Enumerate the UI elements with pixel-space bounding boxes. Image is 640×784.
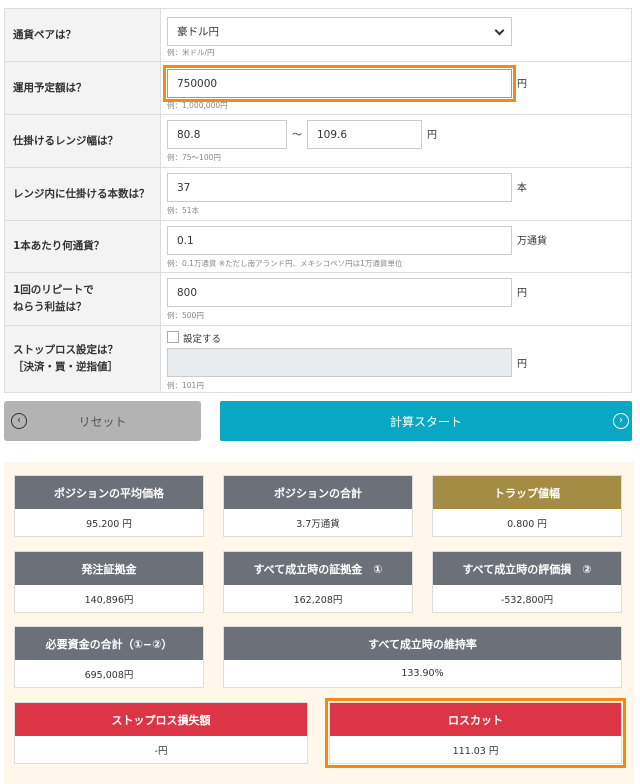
range-to-input[interactable]: 109.6	[307, 120, 422, 149]
profit-unit: 円	[517, 288, 527, 299]
lot-unit: 万通貨	[517, 236, 547, 247]
result-maintenance-rate: すべて成立時の維持率 133.90%	[223, 626, 622, 688]
range-label: 仕掛けるレンジ幅は？	[4, 115, 161, 167]
chevron-down-icon	[494, 25, 505, 36]
range-row: 仕掛けるレンジ幅は？ 80.8 〜 109.6 円 例：75〜100円	[4, 115, 632, 168]
profit-label-line2: ねらう利益は？	[13, 301, 87, 313]
results-panel: ポジションの平均価格 95.200 円 ポジションの合計 3.7万通貨 トラップ…	[4, 462, 634, 784]
pair-label: 通貨ペアは？	[4, 9, 161, 61]
result-required-funds: 必要資金の合計（①−②） 695,008円	[14, 626, 204, 688]
calculator-form: 通貨ペアは？ 豪ドル円 例：米ドル/円 運用予定額は？ 750000 円 例：1…	[4, 8, 632, 393]
stoploss-loss-value: -円	[154, 745, 168, 757]
range-unit: 円	[427, 130, 437, 141]
result-all-loss: すべて成立時の評価損 ② -532,800円	[432, 551, 622, 613]
budget-hint: 例：1,000,000円	[167, 101, 228, 110]
maintenance-rate-value: 133.90%	[401, 668, 444, 679]
calc-start-button[interactable]: 計算スタート ›	[220, 401, 632, 441]
pair-hint: 例：米ドル/円	[167, 48, 215, 57]
all-loss-value: -532,800円	[500, 594, 554, 606]
all-margin-title: すべて成立時の証拠金 ①	[224, 552, 412, 585]
reset-button[interactable]: ‹ リセット	[4, 401, 201, 441]
stoploss-row: ストップロス設定は？ ［決済・買・逆指値］ 設定する 円 例：101円	[4, 326, 632, 393]
stoploss-unit: 円	[517, 359, 527, 370]
count-input[interactable]: 37	[167, 173, 512, 202]
trap-width-value: 0.800 円	[507, 518, 547, 530]
profit-label: 1回のリピートで ねらう利益は？	[4, 273, 161, 325]
required-funds-title: 必要資金の合計（①−②）	[15, 627, 203, 660]
stoploss-checkbox[interactable]	[167, 331, 179, 343]
chevron-left-circle-icon: ‹	[11, 413, 27, 429]
maintenance-rate-title: すべて成立時の維持率	[224, 627, 621, 660]
reset-button-label: リセット	[78, 414, 127, 429]
losscut-value: 111.03 円	[452, 745, 499, 757]
result-total-position: ポジションの合計 3.7万通貨	[223, 475, 413, 537]
lot-label: 1本あたり何通貨？	[4, 221, 161, 272]
result-trap-width: トラップ値幅 0.800 円	[432, 475, 622, 537]
stoploss-label: ストップロス設定は？ ［決済・買・逆指値］	[4, 326, 161, 392]
result-margin: 発注証拠金 140,896円	[14, 551, 204, 613]
losscut-title: ロスカット	[330, 703, 621, 736]
avg-price-title: ポジションの平均価格	[15, 476, 203, 509]
margin-value: 140,896円	[84, 594, 134, 606]
stoploss-input[interactable]	[167, 348, 512, 377]
range-from-input[interactable]: 80.8	[167, 120, 287, 149]
range-separator: 〜	[292, 130, 302, 141]
total-position-title: ポジションの合計	[224, 476, 412, 509]
profit-label-line1: 1回のリピートで	[13, 284, 94, 296]
budget-unit: 円	[517, 79, 527, 90]
stoploss-label-line2: ［決済・買・逆指値］	[13, 361, 118, 373]
lot-hint: 例：0.1万通貨 ※ただし南アランド円、メキシコペソ円は1万通貨単位	[167, 259, 403, 268]
count-unit: 本	[517, 183, 527, 194]
budget-label: 運用予定額は？	[4, 62, 161, 114]
count-hint: 例：51本	[167, 206, 200, 215]
result-avg-price: ポジションの平均価格 95.200 円	[14, 475, 204, 537]
total-position-value: 3.7万通貨	[296, 518, 340, 530]
count-label: レンジ内に仕掛ける本数は？	[4, 168, 161, 220]
profit-input[interactable]: 800	[167, 278, 512, 307]
result-all-margin: すべて成立時の証拠金 ① 162,208円	[223, 551, 413, 613]
profit-hint: 例：500円	[167, 311, 204, 320]
result-stoploss-loss: ストップロス損失額 -円	[14, 702, 308, 764]
stoploss-hint: 例：101円	[167, 381, 204, 390]
calc-button-label: 計算スタート	[389, 414, 462, 429]
lot-row: 1本あたり何通貨？ 0.1 万通貨 例：0.1万通貨 ※ただし南アランド円、メキ…	[4, 221, 632, 273]
stoploss-label-line1: ストップロス設定は？	[13, 344, 118, 356]
range-hint: 例：75〜100円	[167, 153, 221, 162]
count-row: レンジ内に仕掛ける本数は？ 37 本 例：51本	[4, 168, 632, 221]
trap-width-title: トラップ値幅	[433, 476, 621, 509]
avg-price-value: 95.200 円	[86, 518, 132, 530]
profit-row: 1回のリピートで ねらう利益は？ 800 円 例：500円	[4, 273, 632, 326]
budget-input[interactable]: 750000	[163, 65, 516, 102]
stoploss-checkbox-label: 設定する	[183, 334, 222, 345]
margin-title: 発注証拠金	[15, 552, 203, 585]
chevron-right-circle-icon: ›	[613, 413, 629, 429]
budget-row: 運用予定額は？ 750000 円 例：1,000,000円	[4, 62, 632, 115]
result-losscut: ロスカット 111.03 円	[325, 698, 626, 768]
all-loss-title: すべて成立時の評価損 ②	[433, 552, 621, 585]
required-funds-value: 695,008円	[84, 669, 134, 681]
pair-row: 通貨ペアは？ 豪ドル円 例：米ドル/円	[4, 9, 632, 62]
stoploss-loss-title: ストップロス損失額	[15, 703, 307, 736]
lot-input[interactable]: 0.1	[167, 226, 512, 255]
all-margin-value: 162,208円	[293, 594, 343, 606]
pair-value: 豪ドル円	[177, 26, 219, 38]
pair-select[interactable]: 豪ドル円	[167, 17, 512, 46]
